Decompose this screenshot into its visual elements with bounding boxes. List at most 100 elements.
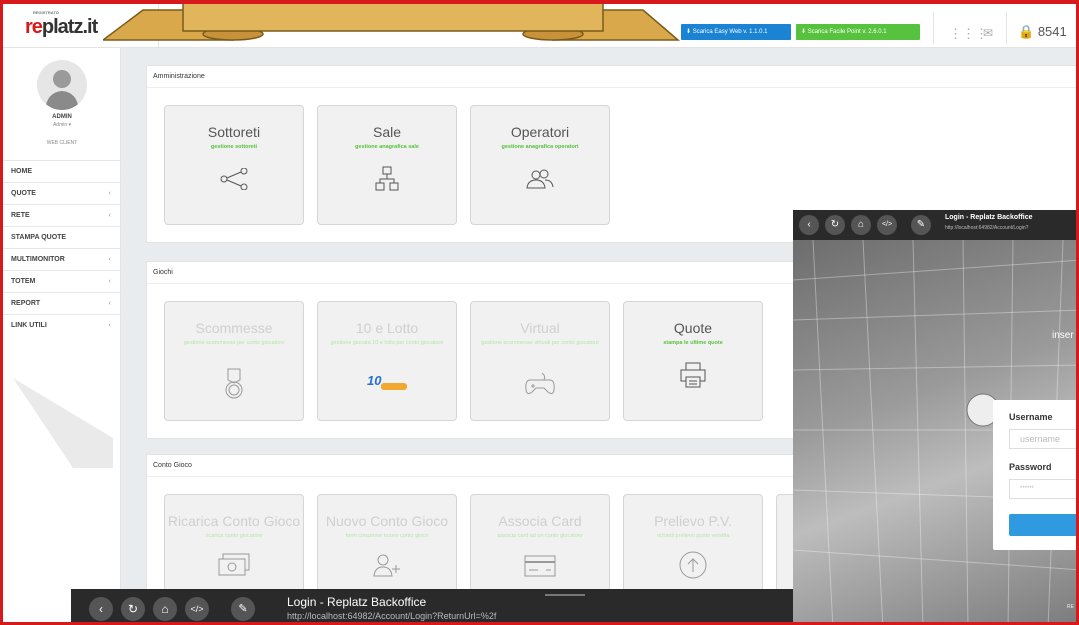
sidebar: ADMIN Admin ▾ WEB CLIENT HOME QUOTE ‹ RET… <box>3 48 121 622</box>
sidebar-item-report[interactable]: REPORT ‹ <box>3 292 121 314</box>
share-icon <box>220 168 248 190</box>
section-title: Amministrazione <box>147 66 1076 88</box>
back-icon[interactable]: ‹ <box>89 597 113 621</box>
tile-title: Quote <box>673 320 713 336</box>
gamepad-icon <box>525 372 555 395</box>
sidebar-item-label: QUOTE <box>11 190 36 197</box>
tile-subtitle: gestione anagrafica operatori <box>501 144 579 150</box>
tile-title: Operatori <box>510 124 570 140</box>
chevron-left-icon: ‹ <box>108 300 111 307</box>
refresh-icon[interactable]: ↻ <box>121 597 145 621</box>
tile-scommesse[interactable]: Scommesse gestione scommesse per conto g… <box>164 301 304 421</box>
mail-icon[interactable]: ✉ <box>983 26 993 40</box>
tile-subtitle: gestione scommesse virtuali per conto gi… <box>481 340 599 346</box>
credit-value: 8541 <box>1037 24 1067 39</box>
tile-operatori[interactable]: Operatori gestione anagrafica operatori <box>470 105 610 225</box>
tile-title: 10 e Lotto <box>355 320 419 336</box>
sidebar-item-label: MULTIMONITOR <box>11 256 65 263</box>
divider <box>933 12 934 44</box>
tile-title: Nuovo Conto Gioco <box>325 513 449 529</box>
tile-title: Associa Card <box>498 513 582 529</box>
upload-icon <box>679 551 707 579</box>
sidebar-item-rete[interactable]: RETE ‹ <box>3 204 121 226</box>
chevron-left-icon: ‹ <box>108 256 111 263</box>
credit-display[interactable]: 🔒 8541 <box>1018 24 1067 40</box>
tile-subtitle: associa card ad un conto giocatore <box>497 533 583 539</box>
back-icon[interactable]: ‹ <box>799 215 819 235</box>
medal-icon <box>225 368 243 399</box>
sidebar-item-label: RETE <box>11 212 30 219</box>
login-button[interactable] <box>1009 514 1076 536</box>
tile-subtitle: gestione giocata 10 e lotto per conto gi… <box>330 340 444 346</box>
sidebar-item-label: LINK UTILI <box>11 322 47 329</box>
browser-taskbar: ‹ ↻ ⌂ </> ✎ Login - Replatz Backoffice h… <box>71 589 793 622</box>
tile-10-e-lotto[interactable]: 10 e Lotto gestione giocata 10 e lotto p… <box>317 301 457 421</box>
login-window-url[interactable]: http://localhost:64982/Account/Login? <box>945 225 1028 231</box>
tile-subtitle: richiedi prelievo punto vendita <box>656 533 730 539</box>
browser-window: REGISTRATO replatz.it ⬇ Scarica Easy Web… <box>0 0 1079 625</box>
add-user-icon <box>373 554 400 577</box>
user-client: WEB CLIENT <box>46 140 78 146</box>
avatar[interactable] <box>37 60 87 110</box>
drag-handle[interactable] <box>545 594 585 596</box>
chevron-left-icon: ‹ <box>108 278 111 285</box>
username-label: Username <box>1009 412 1053 422</box>
login-window-bar: ‹ ↻ ⌂ </> ✎ Login - Replatz Backoffice h… <box>793 210 1076 240</box>
tile-subtitle: form creazione nuovo conto gioco <box>345 533 429 539</box>
home-icon[interactable]: ⌂ <box>153 597 177 621</box>
password-input[interactable]: ****** <box>1009 479 1076 499</box>
sidebar-item-totem[interactable]: TOTEM ‹ <box>3 270 121 292</box>
logo-small-text: REGISTRATO <box>33 10 59 15</box>
pencil-icon[interactable]: ✎ <box>911 215 931 235</box>
logo-prefix: re <box>25 16 43 38</box>
lotto-logo-icon: 10 <box>367 373 407 390</box>
tile-subtitle: gestione sottoreti <box>210 144 258 150</box>
login-form: Username username Password ****** <box>993 400 1076 550</box>
tile-title: Prelievo P.V. <box>654 513 732 529</box>
tile-virtual[interactable]: Virtual gestione scommesse virtuali per … <box>470 301 610 421</box>
tile-subtitle: stampa le ultime quote <box>663 340 723 346</box>
user-role-dropdown[interactable]: Admin ▾ <box>3 122 121 128</box>
tile-subtitle: gestione scommesse per conto giocatore <box>183 340 285 346</box>
refresh-icon[interactable]: ↻ <box>825 215 845 235</box>
tile-title: Sale <box>372 124 402 140</box>
password-label: Password <box>1009 462 1052 472</box>
tile-title: Scommesse <box>195 320 273 336</box>
sidebar-item-quote[interactable]: QUOTE ‹ <box>3 182 121 204</box>
sidebar-item-link-utili[interactable]: LINK UTILI ‹ <box>3 314 121 336</box>
sidebar-item-multimonitor[interactable]: MULTIMONITOR ‹ <box>3 248 121 270</box>
login-window: ‹ ↻ ⌂ </> ✎ Login - Replatz Backoffice h… <box>793 210 1076 622</box>
cash-icon <box>218 553 250 576</box>
user-name: ADMIN <box>52 114 72 120</box>
divider <box>1077 12 1078 44</box>
sidebar-item-label: REPORT <box>11 300 41 307</box>
login-footer-text: RE <box>1067 604 1074 610</box>
sidebar-item-stampa-quote[interactable]: STAMPA QUOTE <box>3 226 121 248</box>
svg-text:10: 10 <box>367 373 382 388</box>
taskbar-url[interactable]: http://localhost:64982/Account/Login?Ret… <box>287 611 496 621</box>
sidebar-item-home[interactable]: HOME <box>3 160 121 182</box>
sidebar-item-label: HOME <box>11 168 32 175</box>
tile-subtitle: ricarica conto giocatore <box>205 533 263 539</box>
hierarchy-icon <box>375 166 399 191</box>
login-window-title: Login - Replatz Backoffice <box>945 214 1033 221</box>
printer-icon <box>680 362 706 388</box>
tile-sottoreti[interactable]: Sottoreti gestione sottoreti <box>164 105 304 225</box>
download-easy-web-button[interactable]: ⬇ Scarica Easy Web v. 1.1.0.1 <box>681 24 791 40</box>
pencil-icon[interactable]: ✎ <box>231 597 255 621</box>
home-icon[interactable]: ⌂ <box>851 215 871 235</box>
lock-icon: 🔒 <box>1018 24 1035 39</box>
tile-quote[interactable]: Quote stampa le ultime quote <box>623 301 763 421</box>
code-icon[interactable]: </> <box>185 597 209 621</box>
divider <box>1006 12 1007 44</box>
tile-subtitle: gestione anagrafica sale <box>355 144 419 150</box>
download-facile-point-button[interactable]: ⬇ Scarica Facile Point v. 2.6.0.1 <box>796 24 920 40</box>
watermark-graphic <box>13 378 113 468</box>
code-icon[interactable]: </> <box>877 215 897 235</box>
tile-title: Ricarica Conto Gioco <box>167 513 301 529</box>
replatz-logo[interactable]: REGISTRATO replatz.it <box>25 10 98 39</box>
tile-sale[interactable]: Sale gestione anagrafica sale <box>317 105 457 225</box>
users-icon <box>526 169 554 189</box>
taskbar-page-title: Login - Replatz Backoffice <box>287 595 427 609</box>
username-input[interactable]: username <box>1009 429 1076 449</box>
